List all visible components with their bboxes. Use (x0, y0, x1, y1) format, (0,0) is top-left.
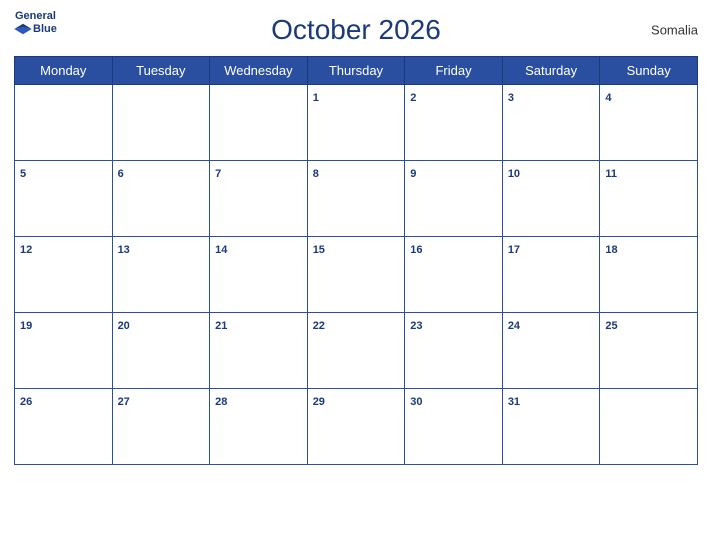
weekday-header-row: Monday Tuesday Wednesday Thursday Friday… (15, 57, 698, 85)
day-number: 18 (605, 244, 617, 256)
calendar-cell: 4 (600, 85, 698, 161)
calendar-cell: 20 (112, 313, 210, 389)
calendar-cell: 30 (405, 389, 503, 465)
calendar-cell: 23 (405, 313, 503, 389)
calendar-cell: 26 (15, 389, 113, 465)
header-thursday: Thursday (307, 57, 405, 85)
day-number: 16 (410, 244, 422, 256)
day-number: 10 (508, 168, 520, 180)
day-number: 9 (410, 168, 416, 180)
calendar-cell: 17 (502, 237, 600, 313)
calendar-cell: 22 (307, 313, 405, 389)
header-sunday: Sunday (600, 57, 698, 85)
calendar-thead: Monday Tuesday Wednesday Thursday Friday… (15, 57, 698, 85)
day-number: 8 (313, 168, 319, 180)
calendar-cell: 10 (502, 161, 600, 237)
day-number: 1 (313, 92, 319, 104)
calendar-container: General Blue October 2026 Somalia Monday… (0, 0, 712, 550)
calendar-table: Monday Tuesday Wednesday Thursday Friday… (14, 56, 698, 465)
header-monday: Monday (15, 57, 113, 85)
day-number: 6 (118, 168, 124, 180)
calendar-week-row: 5 6 7 8 9 10 11 (15, 161, 698, 237)
calendar-cell: 28 (210, 389, 308, 465)
calendar-cell: 29 (307, 389, 405, 465)
calendar-cell: 14 (210, 237, 308, 313)
calendar-cell: 8 (307, 161, 405, 237)
calendar-cell: 18 (600, 237, 698, 313)
day-number: 14 (215, 244, 227, 256)
calendar-week-row: 26 27 28 29 30 31 (15, 389, 698, 465)
calendar-cell: 6 (112, 161, 210, 237)
header-tuesday: Tuesday (112, 57, 210, 85)
logo-general: General (15, 10, 56, 22)
day-number: 21 (215, 320, 227, 332)
calendar-cell: 15 (307, 237, 405, 313)
calendar-cell: 19 (15, 313, 113, 389)
calendar-cell: 3 (502, 85, 600, 161)
calendar-week-row: 1 2 3 4 (15, 85, 698, 161)
calendar-cell: 5 (15, 161, 113, 237)
calendar-title: October 2026 (271, 14, 441, 46)
calendar-week-row: 19 20 21 22 23 24 25 (15, 313, 698, 389)
day-number: 13 (118, 244, 130, 256)
header-saturday: Saturday (502, 57, 600, 85)
calendar-week-row: 12 13 14 15 16 17 18 (15, 237, 698, 313)
calendar-cell: 25 (600, 313, 698, 389)
day-number: 2 (410, 92, 416, 104)
calendar-cell: 31 (502, 389, 600, 465)
day-number: 30 (410, 396, 422, 408)
day-number: 17 (508, 244, 520, 256)
calendar-cell: 11 (600, 161, 698, 237)
day-number: 25 (605, 320, 617, 332)
logo-area: General Blue (14, 10, 57, 36)
calendar-cell: 12 (15, 237, 113, 313)
day-number: 7 (215, 168, 221, 180)
calendar-cell (210, 85, 308, 161)
day-number: 27 (118, 396, 130, 408)
calendar-cell: 13 (112, 237, 210, 313)
day-number: 26 (20, 396, 32, 408)
calendar-body: 1234567891011121314151617181920212223242… (15, 85, 698, 465)
day-number: 20 (118, 320, 130, 332)
day-number: 29 (313, 396, 325, 408)
day-number: 11 (605, 168, 617, 180)
calendar-cell (15, 85, 113, 161)
day-number: 5 (20, 168, 26, 180)
day-number: 24 (508, 320, 520, 332)
calendar-cell: 16 (405, 237, 503, 313)
country-label: Somalia (651, 23, 698, 38)
day-number: 3 (508, 92, 514, 104)
day-number: 12 (20, 244, 32, 256)
day-number: 22 (313, 320, 325, 332)
day-number: 28 (215, 396, 227, 408)
calendar-cell (600, 389, 698, 465)
calendar-cell (112, 85, 210, 161)
day-number: 23 (410, 320, 422, 332)
day-number: 15 (313, 244, 325, 256)
calendar-cell: 24 (502, 313, 600, 389)
logo-blue: Blue (14, 22, 57, 36)
header-wednesday: Wednesday (210, 57, 308, 85)
calendar-cell: 2 (405, 85, 503, 161)
calendar-cell: 1 (307, 85, 405, 161)
logo-bird-icon (14, 22, 32, 36)
calendar-cell: 7 (210, 161, 308, 237)
day-number: 19 (20, 320, 32, 332)
calendar-header: General Blue October 2026 Somalia (14, 10, 698, 50)
day-number: 31 (508, 396, 520, 408)
header-friday: Friday (405, 57, 503, 85)
calendar-cell: 21 (210, 313, 308, 389)
day-number: 4 (605, 92, 611, 104)
calendar-cell: 27 (112, 389, 210, 465)
calendar-cell: 9 (405, 161, 503, 237)
